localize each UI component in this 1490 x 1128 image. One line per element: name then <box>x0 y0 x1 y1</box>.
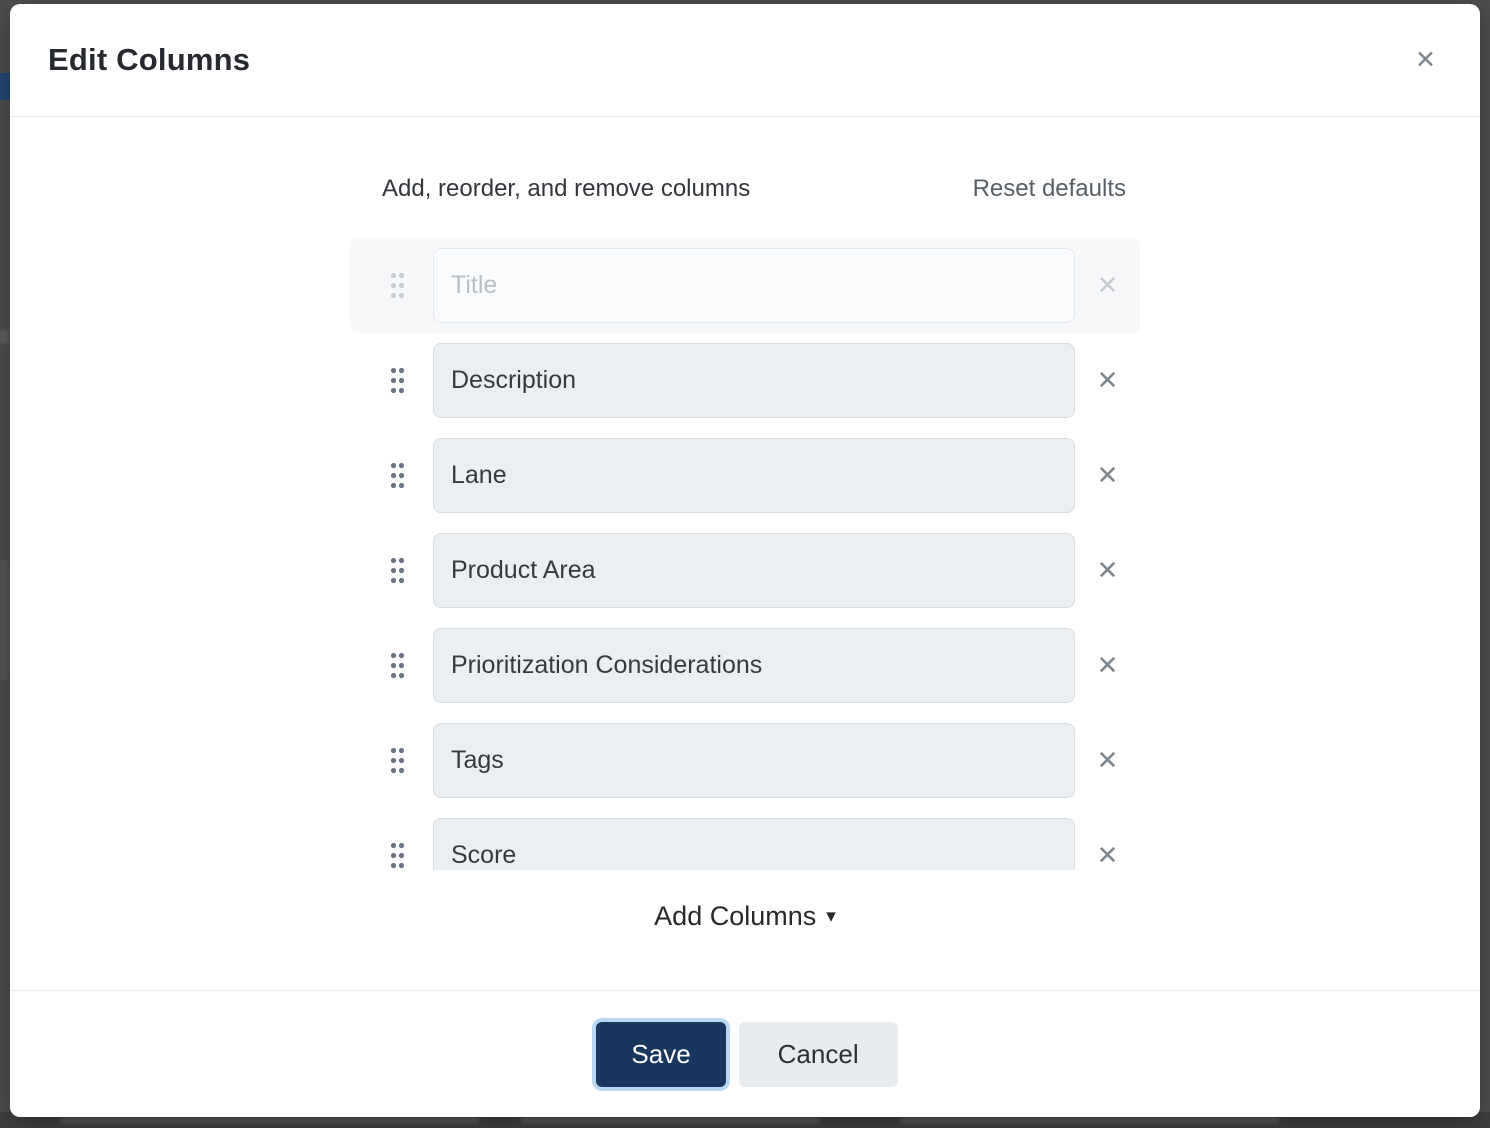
column-row: Product Area ✕ <box>350 523 1140 618</box>
remove-column-icon[interactable]: ✕ <box>1075 365 1140 396</box>
instructions-text: Add, reorder, and remove columns <box>382 175 750 203</box>
column-name-field[interactable]: Score <box>433 818 1075 870</box>
drag-handle-icon[interactable] <box>390 367 405 394</box>
remove-column-icon[interactable]: ✕ <box>1075 460 1140 491</box>
remove-column-icon[interactable]: ✕ <box>1075 840 1140 870</box>
column-row: Lane ✕ <box>350 428 1140 523</box>
cancel-button[interactable]: Cancel <box>739 1022 898 1087</box>
column-row: Title ✕ <box>350 238 1140 333</box>
remove-column-icon[interactable]: ✕ <box>1075 555 1140 586</box>
column-name-label: Prioritization Considerations <box>451 651 762 680</box>
add-columns-dropdown[interactable]: Add Columns ▾ <box>350 901 1140 932</box>
modal-footer: Save Cancel <box>10 990 1480 1117</box>
drag-handle-icon[interactable] <box>390 272 405 299</box>
drag-handle-icon[interactable] <box>390 747 405 774</box>
list-header: Add, reorder, and remove columns Reset d… <box>350 175 1140 203</box>
remove-column-icon[interactable]: ✕ <box>1075 270 1140 301</box>
column-name-field[interactable]: Lane <box>433 438 1075 513</box>
column-name-label: Description <box>451 366 576 395</box>
modal-title: Edit Columns <box>48 42 250 78</box>
drag-handle-icon[interactable] <box>390 842 405 869</box>
column-name-label: Score <box>451 841 516 870</box>
remove-column-icon[interactable]: ✕ <box>1075 650 1140 681</box>
background-content-fragment <box>0 330 9 344</box>
drag-handle-icon[interactable] <box>390 557 405 584</box>
edit-columns-modal: Edit Columns ✕ Add, reorder, and remove … <box>10 4 1480 1117</box>
add-columns-label: Add Columns <box>654 901 816 931</box>
reset-defaults-link[interactable]: Reset defaults <box>973 175 1126 203</box>
column-name-label: Lane <box>451 461 507 490</box>
remove-column-icon[interactable]: ✕ <box>1075 745 1140 776</box>
column-name-label: Title <box>451 271 497 300</box>
column-name-field[interactable]: Tags <box>433 723 1075 798</box>
modal-header: Edit Columns ✕ <box>10 4 1480 117</box>
background-content-fragment <box>0 560 9 680</box>
close-icon[interactable]: ✕ <box>1409 42 1442 79</box>
column-name-field[interactable]: Prioritization Considerations <box>433 628 1075 703</box>
column-name-field[interactable]: Description <box>433 343 1075 418</box>
column-row: Score ✕ <box>350 808 1140 870</box>
column-name-field[interactable]: Product Area <box>433 533 1075 608</box>
column-name-label: Tags <box>451 746 504 775</box>
drag-handle-icon[interactable] <box>390 652 405 679</box>
columns-list: Title ✕ Description ✕ <box>350 238 1140 870</box>
column-row: Description ✕ <box>350 333 1140 428</box>
drag-handle-icon[interactable] <box>390 462 405 489</box>
column-name-field[interactable]: Title <box>433 248 1075 323</box>
column-name-label: Product Area <box>451 556 596 585</box>
column-row: Tags ✕ <box>350 713 1140 808</box>
background-content-fragment <box>0 73 10 100</box>
save-button[interactable]: Save <box>596 1022 725 1087</box>
column-row: Prioritization Considerations ✕ <box>350 618 1140 713</box>
caret-down-icon: ▾ <box>826 905 836 928</box>
modal-body: Add, reorder, and remove columns Reset d… <box>10 117 1480 990</box>
